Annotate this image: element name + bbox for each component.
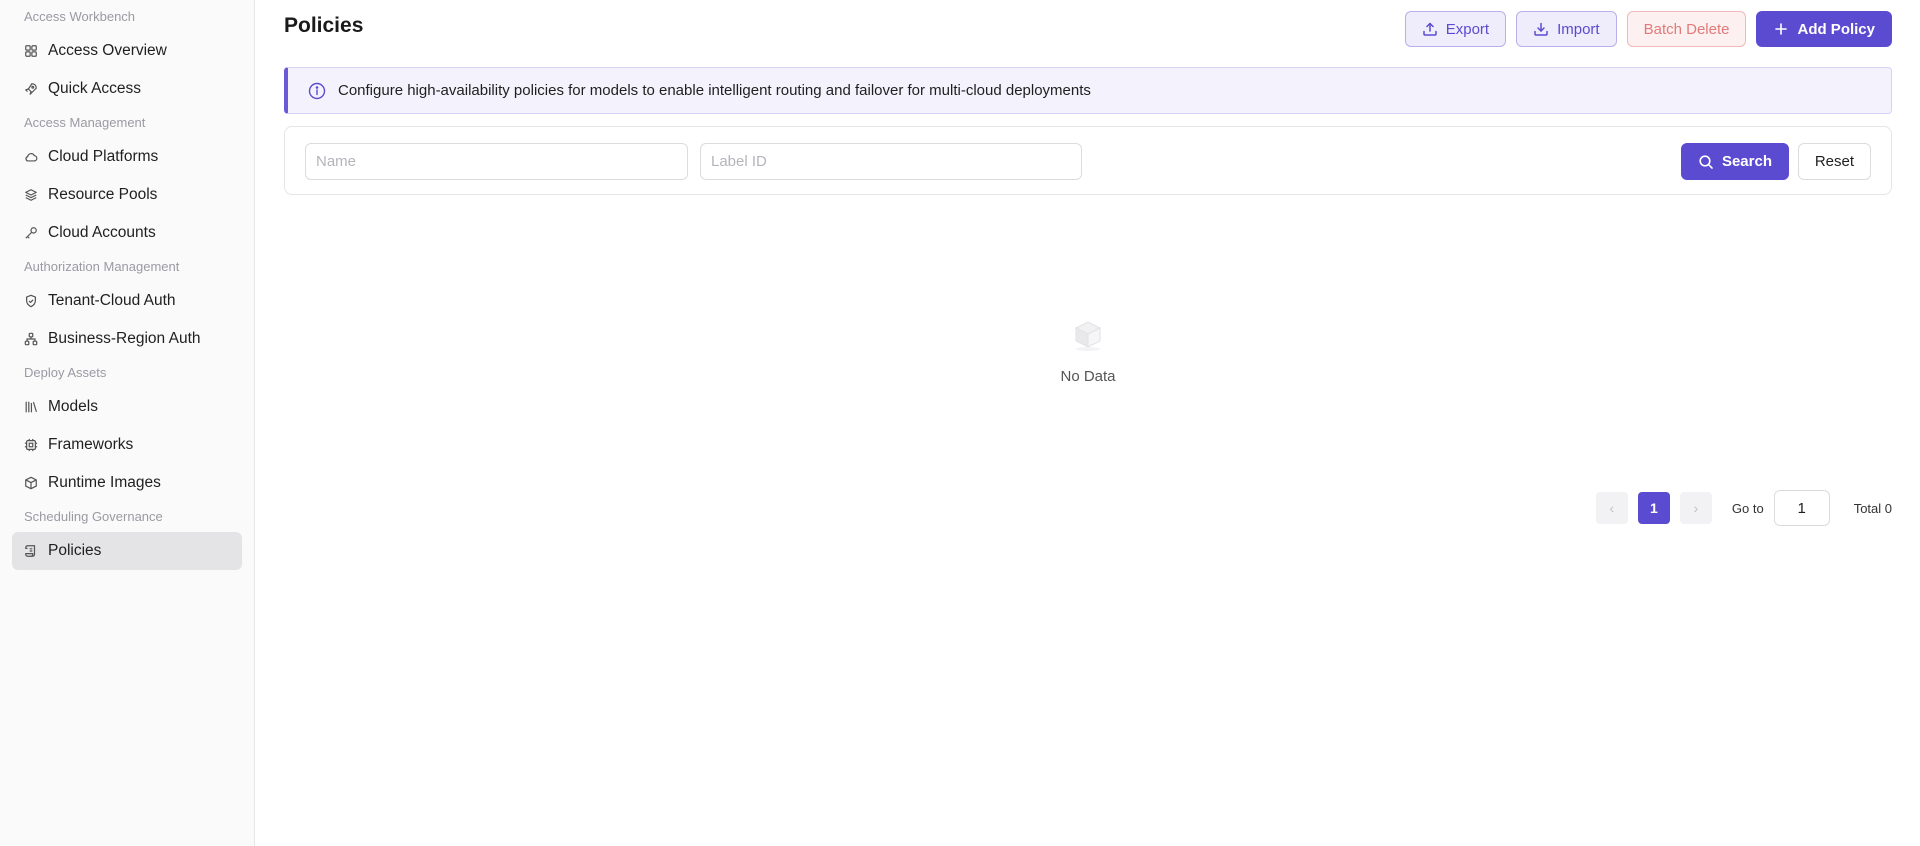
sidebar-item-label: Cloud Accounts xyxy=(48,224,156,241)
sidebar-item-label: Cloud Platforms xyxy=(48,148,159,165)
nav-group-label: Access Workbench xyxy=(24,9,136,24)
sidebar-item-resource-pools[interactable]: Resource Pools xyxy=(12,176,242,214)
sidebar-item-cloud-platforms[interactable]: Cloud Platforms xyxy=(12,138,242,176)
total-count: Total 0 xyxy=(1853,500,1892,516)
chevron-left-icon: ‹ xyxy=(1609,500,1615,516)
cloud-icon xyxy=(24,150,38,164)
sidebar-item-label: Quick Access xyxy=(48,80,142,97)
next-page-button[interactable]: › xyxy=(1679,492,1712,524)
shield-check-icon xyxy=(24,294,38,308)
filter-card: Search Reset xyxy=(284,126,1892,195)
name-input[interactable] xyxy=(305,143,688,180)
page-title: Policies xyxy=(284,14,364,37)
batch-delete-label: Batch Delete xyxy=(1643,20,1730,38)
nav-group-label: Deploy Assets xyxy=(24,365,107,380)
download-icon xyxy=(1533,21,1549,37)
key-icon xyxy=(24,226,38,240)
sidebar-item-cloud-accounts[interactable]: Cloud Accounts xyxy=(12,214,242,252)
import-button[interactable]: Import xyxy=(1516,11,1617,47)
sidebar-item-quick-access[interactable]: Quick Access xyxy=(12,70,242,108)
sidebar-item-runtime-images[interactable]: Runtime Images xyxy=(12,464,242,502)
prev-page-button[interactable]: ‹ xyxy=(1595,492,1628,524)
search-button[interactable]: Search xyxy=(1680,143,1789,180)
package-icon xyxy=(24,476,38,490)
sidebar-item-label: Policies xyxy=(48,542,102,559)
nav-group-label: Scheduling Governance xyxy=(24,509,163,524)
label-id-input[interactable] xyxy=(700,143,1082,180)
search-icon xyxy=(1698,154,1714,170)
sidebar-item-label: Access Overview xyxy=(48,42,167,59)
nav-group-label: Authorization Management xyxy=(24,259,180,274)
rocket-icon xyxy=(24,82,38,96)
export-label: Export xyxy=(1445,20,1490,38)
reset-button[interactable]: Reset xyxy=(1797,143,1871,180)
add-policy-label: Add Policy xyxy=(1797,20,1875,38)
sidebar-item-tenant-cloud-auth[interactable]: Tenant-Cloud Auth xyxy=(12,282,242,320)
sidebar-item-label: Resource Pools xyxy=(48,186,158,203)
grid-icon xyxy=(24,44,38,58)
sidebar-item-access-overview[interactable]: Access Overview xyxy=(12,32,242,70)
export-button[interactable]: Export xyxy=(1404,11,1507,47)
main-content: Policies Export Import Batch Delete Add … xyxy=(256,0,1920,846)
pagination: ‹ 1 › Go to Total 0 xyxy=(1595,490,1892,526)
sidebar-item-label: Runtime Images xyxy=(48,474,161,491)
batch-delete-button[interactable]: Batch Delete xyxy=(1626,11,1747,47)
add-policy-button[interactable]: Add Policy xyxy=(1756,11,1892,47)
sidebar-item-policies[interactable]: Policies xyxy=(12,532,242,570)
alert-text: Configure high-availability policies for… xyxy=(338,82,1091,99)
nav-group-label: Access Management xyxy=(24,115,146,130)
import-label: Import xyxy=(1557,20,1600,38)
info-icon xyxy=(308,82,326,100)
search-label: Search xyxy=(1721,153,1772,170)
library-icon xyxy=(24,400,38,414)
empty-text: No Data xyxy=(1060,368,1116,385)
chevron-right-icon: › xyxy=(1693,500,1699,516)
layers-icon xyxy=(24,188,38,202)
sidebar-item-label: Frameworks xyxy=(48,436,134,453)
sidebar-item-label: Business-Region Auth xyxy=(48,330,201,347)
goto-page-input[interactable] xyxy=(1773,490,1830,526)
empty-state: No Data xyxy=(256,310,1920,385)
sidebar: Access Workbench Access Overview Quick A… xyxy=(0,0,255,846)
cpu-icon xyxy=(24,438,38,452)
network-icon xyxy=(24,332,38,346)
sidebar-item-frameworks[interactable]: Frameworks xyxy=(12,426,242,464)
page-number-current[interactable]: 1 xyxy=(1637,492,1670,524)
sidebar-item-label: Tenant-Cloud Auth xyxy=(48,292,176,309)
goto-label: Go to xyxy=(1731,500,1764,516)
toolbar: Export Import Batch Delete Add Policy xyxy=(1404,11,1892,47)
scroll-icon xyxy=(24,544,38,558)
info-alert: Configure high-availability policies for… xyxy=(284,67,1892,114)
sidebar-item-business-region-auth[interactable]: Business-Region Auth xyxy=(12,320,242,358)
sidebar-item-models[interactable]: Models xyxy=(12,388,242,426)
upload-icon xyxy=(1422,21,1438,37)
plus-icon xyxy=(1773,21,1789,37)
empty-box-icon xyxy=(1066,310,1110,354)
sidebar-item-label: Models xyxy=(48,398,98,415)
